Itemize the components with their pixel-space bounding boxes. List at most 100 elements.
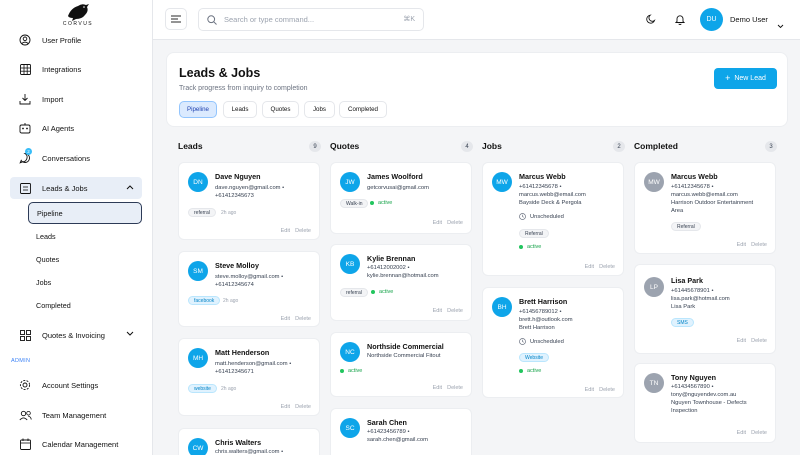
edit-button[interactable]: Edit xyxy=(281,228,290,234)
source-tag: website xyxy=(188,384,217,393)
page-subtitle: Track progress from inquiry to completio… xyxy=(179,85,308,92)
edit-button[interactable]: Edit xyxy=(433,385,442,391)
notifications-button[interactable] xyxy=(669,8,691,30)
schedule-text: Unscheduled xyxy=(530,213,564,220)
delete-button[interactable]: Delete xyxy=(295,228,311,234)
edit-button[interactable]: Edit xyxy=(281,316,290,322)
sidebar-item-user-profile[interactable]: User Profile xyxy=(10,29,142,51)
calendar-icon xyxy=(16,437,34,451)
avatar: MW xyxy=(492,172,512,192)
edit-button[interactable]: Edit xyxy=(737,242,746,248)
edit-button[interactable]: Edit xyxy=(585,387,594,393)
contact-detail: +61412345678 • xyxy=(671,184,714,190)
sidebar-subitem-leads[interactable]: Leads xyxy=(28,225,142,247)
delete-button[interactable]: Delete xyxy=(447,308,463,314)
contact-detail: matt.henderson@gmail.com • xyxy=(215,361,292,367)
sidebar-subitem-quotes[interactable]: Quotes xyxy=(28,248,142,270)
column-title-leads: Leads xyxy=(178,141,203,151)
edit-button[interactable]: Edit xyxy=(737,338,746,344)
quote-card[interactable]: KB Kylie Brennan +61412002002 • kylie.br… xyxy=(330,244,472,321)
sidebar: CORVUS User Profile Integrations Import … xyxy=(0,0,153,455)
column-count-jobs: 2 xyxy=(613,141,625,152)
sidebar-toggle-button[interactable] xyxy=(165,8,187,30)
tab-jobs[interactable]: Jobs xyxy=(304,101,335,118)
edit-button[interactable]: Edit xyxy=(585,264,594,270)
grid-icon xyxy=(16,62,34,76)
theme-toggle-button[interactable] xyxy=(640,8,662,30)
edit-button[interactable]: Edit xyxy=(433,308,442,314)
avatar: MW xyxy=(644,172,664,192)
quote-card[interactable]: SC Sarah Chen +61423456789 • sarah.chen@… xyxy=(330,408,472,455)
logo[interactable]: CORVUS xyxy=(58,2,98,27)
job-card[interactable]: BH Brett Harrison +61456789012 • brett.h… xyxy=(482,287,624,398)
sidebar-subitem-jobs[interactable]: Jobs xyxy=(28,271,142,293)
avatar: SM xyxy=(188,261,208,281)
delete-button[interactable]: Delete xyxy=(751,338,767,344)
sidebar-subitem-completed[interactable]: Completed xyxy=(28,294,142,316)
schedule-status: Unscheduled xyxy=(519,338,564,345)
contact-name: Northside Commercial xyxy=(367,342,444,351)
source-tag: Referral xyxy=(519,229,549,238)
status-text: active xyxy=(348,368,363,374)
edit-button[interactable]: Edit xyxy=(281,404,290,410)
search-box[interactable]: ⌘K xyxy=(198,8,424,31)
contact-detail: +61412345674 xyxy=(215,282,254,288)
sidebar-item-calendar-management[interactable]: Calendar Management xyxy=(10,433,142,455)
sidebar-item-import[interactable]: Import xyxy=(10,88,142,110)
new-lead-button[interactable]: + New Lead xyxy=(714,68,777,89)
completed-card[interactable]: MW Marcus Webb +61412345678 • marcus.web… xyxy=(634,162,776,254)
delete-button[interactable]: Delete xyxy=(751,242,767,248)
time-ago: 2h ago xyxy=(223,298,239,304)
user-name[interactable]: Demo User xyxy=(730,15,768,24)
search-input[interactable] xyxy=(224,15,394,24)
subitem-label: Completed xyxy=(36,300,71,310)
delete-button[interactable]: Delete xyxy=(295,404,311,410)
job-card[interactable]: MW Marcus Webb +61412345678 • marcus.web… xyxy=(482,162,624,276)
quote-card[interactable]: NC Northside Commercial Northside Commer… xyxy=(330,332,472,397)
lead-card[interactable]: DN Dave Nguyen dave.nguyen@gmail.com • +… xyxy=(178,162,320,240)
tab-leads[interactable]: Leads xyxy=(223,101,257,118)
contact-name: James Woolford xyxy=(367,172,423,181)
sidebar-item-integrations[interactable]: Integrations xyxy=(10,58,142,80)
contact-detail: Harrison Outdoor Entertainment xyxy=(671,200,754,206)
sidebar-subitem-pipeline[interactable]: Pipeline xyxy=(28,202,142,224)
user-avatar[interactable]: DU xyxy=(700,8,723,31)
delete-button[interactable]: Delete xyxy=(295,316,311,322)
sidebar-item-label: Quotes & Invoicing xyxy=(42,330,105,340)
contact-detail: lisa.park@hotmail.com xyxy=(671,296,730,302)
tab-completed[interactable]: Completed xyxy=(339,101,387,118)
delete-button[interactable]: Delete xyxy=(447,385,463,391)
tab-quotes[interactable]: Quotes xyxy=(262,101,299,118)
time-ago: 2h ago xyxy=(221,210,237,216)
avatar: TN xyxy=(644,373,664,393)
schedule-text: Unscheduled xyxy=(530,338,564,345)
subitem-label: Leads xyxy=(36,231,56,241)
sidebar-item-account-settings[interactable]: Account Settings xyxy=(10,374,142,396)
column-title-jobs: Jobs xyxy=(482,141,502,151)
sidebar-item-ai-agents[interactable]: AI Agents xyxy=(10,117,142,139)
subitem-label: Pipeline xyxy=(37,208,63,218)
completed-card[interactable]: TN Tony Nguyen +61434567890 • tony@nguye… xyxy=(634,363,776,443)
lead-card[interactable]: SM Steve Molloy steve.molloy@gmail.com •… xyxy=(178,251,320,327)
delete-button[interactable]: Delete xyxy=(599,264,615,270)
lead-card[interactable]: MH Matt Henderson matt.henderson@gmail.c… xyxy=(178,338,320,416)
sidebar-item-label: Leads & Jobs xyxy=(42,183,88,193)
quote-card[interactable]: JW James Woolford getcorvusai@gmail.com … xyxy=(330,162,472,234)
contact-detail: sarah.chen@gmail.com xyxy=(367,437,428,443)
sidebar-item-team-management[interactable]: Team Management xyxy=(10,404,142,426)
chevron-down-icon[interactable] xyxy=(777,16,784,34)
completed-card[interactable]: LP Lisa Park +61445678901 • lisa.park@ho… xyxy=(634,264,776,354)
sidebar-item-quotes-invoicing[interactable]: Quotes & Invoicing xyxy=(10,324,142,346)
delete-button[interactable]: Delete xyxy=(599,387,615,393)
lead-card[interactable]: CW Chris Walters chris.walters@gmail.com… xyxy=(178,428,320,455)
delete-button[interactable]: Delete xyxy=(751,430,767,436)
edit-button[interactable]: Edit xyxy=(433,220,442,226)
card-actions: Edit Delete xyxy=(276,316,311,322)
card-actions: Edit Delete xyxy=(732,338,767,344)
contact-detail: Brett Harrison xyxy=(519,325,555,331)
bell-icon xyxy=(675,14,685,25)
edit-button[interactable]: Edit xyxy=(737,430,746,436)
tab-pipeline[interactable]: Pipeline xyxy=(179,101,217,118)
sidebar-item-leads-jobs[interactable]: Leads & Jobs xyxy=(10,177,142,199)
delete-button[interactable]: Delete xyxy=(447,220,463,226)
